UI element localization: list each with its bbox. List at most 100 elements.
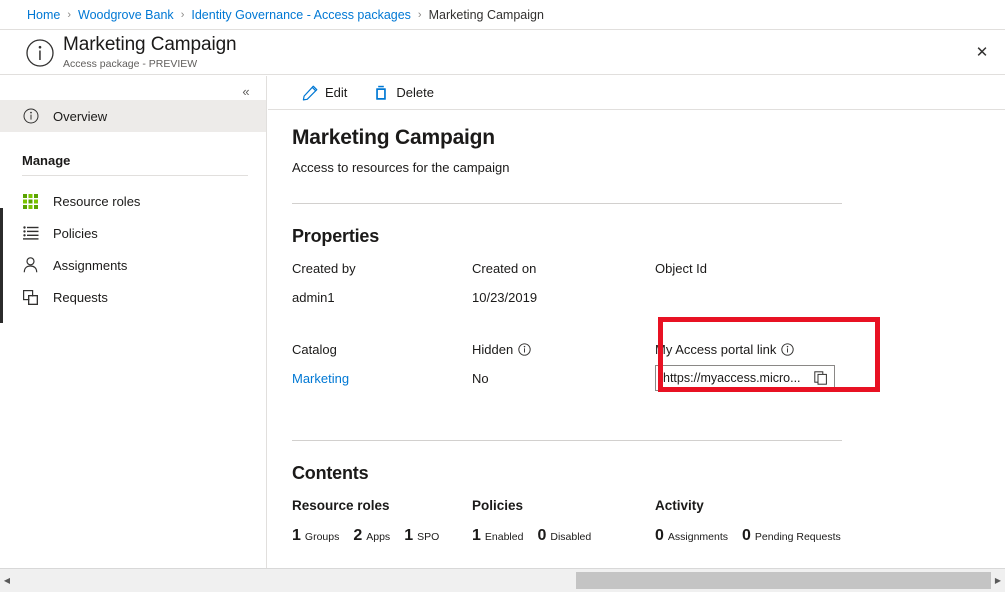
breadcrumb: Home › Woodgrove Bank › Identity Governa… — [0, 0, 1005, 30]
sidebar-item-label: Resource roles — [53, 194, 140, 209]
stat-count: 1 — [292, 527, 301, 545]
delete-button[interactable]: Delete — [363, 78, 444, 108]
divider — [292, 440, 842, 441]
horizontal-scrollbar[interactable]: ◀ ▶ — [0, 568, 1005, 592]
scroll-left-arrow-icon[interactable]: ◀ — [0, 569, 14, 592]
contents-heading: Contents — [292, 463, 1005, 484]
breadcrumb-separator: › — [418, 9, 422, 21]
portal-link-field[interactable]: https://myaccess.micro... — [655, 365, 835, 391]
copy-windows-icon — [22, 289, 39, 306]
sidebar-item-label: Overview — [53, 109, 107, 124]
breadcrumb-item-woodgrove-bank[interactable]: Woodgrove Bank — [78, 8, 174, 22]
stat-count: 1 — [404, 527, 413, 545]
breadcrumb-item-home[interactable]: Home — [27, 8, 60, 22]
page-subtitle: Access package - PREVIEW — [63, 58, 197, 70]
info-icon — [22, 108, 39, 125]
stat-label: SPO — [417, 531, 439, 543]
breadcrumb-item-current: Marketing Campaign — [429, 8, 544, 22]
stat-label: Groups — [305, 531, 339, 543]
info-icon[interactable] — [518, 343, 531, 356]
page-title: Marketing Campaign — [63, 34, 237, 56]
sidebar-item-assignments[interactable]: Assignments — [0, 249, 266, 281]
info-icon[interactable] — [781, 343, 794, 356]
edit-button[interactable]: Edit — [292, 78, 357, 108]
blade-header: Marketing Campaign Access package - PREV… — [0, 30, 1005, 75]
stat-group-resource-roles: Resource roles 1 Groups 2 Apps 1 SPO — [292, 498, 453, 545]
stat-group-heading: Activity — [655, 498, 855, 513]
stat-group-heading: Policies — [472, 498, 605, 513]
property-label: Catalog — [292, 342, 349, 357]
stat-row: 0 Assignments 0 Pending Requests — [655, 527, 855, 545]
stat-groups: 1 Groups — [292, 527, 339, 545]
property-label: Hidden — [472, 342, 531, 357]
contents-stats: Resource roles 1 Groups 2 Apps 1 SPO — [292, 498, 1005, 558]
catalog-link[interactable]: Marketing — [292, 371, 349, 386]
sidebar-item-policies[interactable]: Policies — [0, 217, 266, 249]
property-label: My Access portal link — [655, 342, 835, 357]
trash-icon — [373, 85, 389, 101]
properties-heading: Properties — [292, 226, 1005, 247]
property-created-by: Created by admin1 — [292, 261, 356, 305]
property-value: No — [472, 371, 531, 386]
sidebar-item-overview[interactable]: Overview — [0, 100, 266, 132]
sidebar-group-title: Manage — [0, 153, 266, 168]
stat-assignments: 0 Assignments — [655, 527, 728, 545]
property-created-on: Created on 10/23/2019 — [472, 261, 537, 305]
stat-group-heading: Resource roles — [292, 498, 453, 513]
property-label-text: My Access portal link — [655, 342, 776, 357]
list-icon — [22, 225, 39, 242]
stat-count: 0 — [655, 527, 664, 545]
main-content: Marketing Campaign Access to resources f… — [268, 110, 1005, 568]
scrollbar-rail[interactable] — [14, 572, 991, 589]
property-my-access-portal-link: My Access portal link https://myaccess.m… — [655, 342, 835, 391]
stat-disabled: 0 Disabled — [537, 527, 591, 545]
stat-group-policies: Policies 1 Enabled 0 Disabled — [472, 498, 605, 545]
sidebar: « Overview Manage — [0, 76, 267, 568]
stat-count: 1 — [472, 527, 481, 545]
azure-portal-blade: Home › Woodgrove Bank › Identity Governa… — [0, 0, 1005, 592]
property-label: Created on — [472, 261, 537, 276]
close-icon[interactable]: ✕ — [967, 37, 997, 67]
stat-label: Enabled — [485, 531, 524, 543]
stat-row: 1 Enabled 0 Disabled — [472, 527, 605, 545]
sidebar-divider — [22, 175, 248, 176]
stat-label: Assignments — [668, 531, 728, 543]
stat-label: Disabled — [550, 531, 591, 543]
breadcrumb-separator: › — [67, 9, 71, 21]
sidebar-item-label: Assignments — [53, 258, 127, 273]
divider — [292, 203, 842, 204]
info-icon — [25, 38, 55, 68]
stat-pending-requests: 0 Pending Requests — [742, 527, 841, 545]
stat-label: Apps — [366, 531, 390, 543]
property-catalog: Catalog Marketing — [292, 342, 349, 386]
stat-group-activity: Activity 0 Assignments 0 Pending Request… — [655, 498, 855, 545]
sidebar-edge-accent — [0, 208, 3, 323]
property-label: Created by — [292, 261, 356, 276]
sidebar-item-label: Policies — [53, 226, 98, 241]
stat-spo: 1 SPO — [404, 527, 439, 545]
grid-icon — [22, 193, 39, 210]
portal-link-value: https://myaccess.micro... — [663, 371, 812, 385]
stat-row: 1 Groups 2 Apps 1 SPO — [292, 527, 453, 545]
property-hidden: Hidden No — [472, 342, 531, 386]
breadcrumb-item-identity-governance[interactable]: Identity Governance - Access packages — [191, 8, 411, 22]
copy-icon[interactable] — [812, 369, 830, 387]
properties-grid: Created by admin1 Created on 10/23/2019 … — [292, 261, 1005, 416]
edit-button-label: Edit — [325, 85, 347, 100]
delete-button-label: Delete — [396, 85, 434, 100]
property-object-id: Object Id — [655, 261, 707, 290]
sidebar-item-resource-roles[interactable]: Resource roles — [0, 185, 266, 217]
chevron-double-left-icon[interactable]: « — [234, 80, 258, 102]
property-label-text: Hidden — [472, 342, 513, 357]
sidebar-item-requests[interactable]: Requests — [0, 281, 266, 313]
pencil-icon — [302, 85, 318, 101]
person-icon — [22, 257, 39, 274]
stat-count: 0 — [742, 527, 751, 545]
property-label: Object Id — [655, 261, 707, 276]
stat-apps: 2 Apps — [353, 527, 390, 545]
scrollbar-thumb[interactable] — [576, 572, 991, 589]
stat-count: 2 — [353, 527, 362, 545]
content-description: Access to resources for the campaign — [292, 160, 1005, 175]
property-value: admin1 — [292, 290, 356, 305]
scroll-right-arrow-icon[interactable]: ▶ — [991, 569, 1005, 592]
